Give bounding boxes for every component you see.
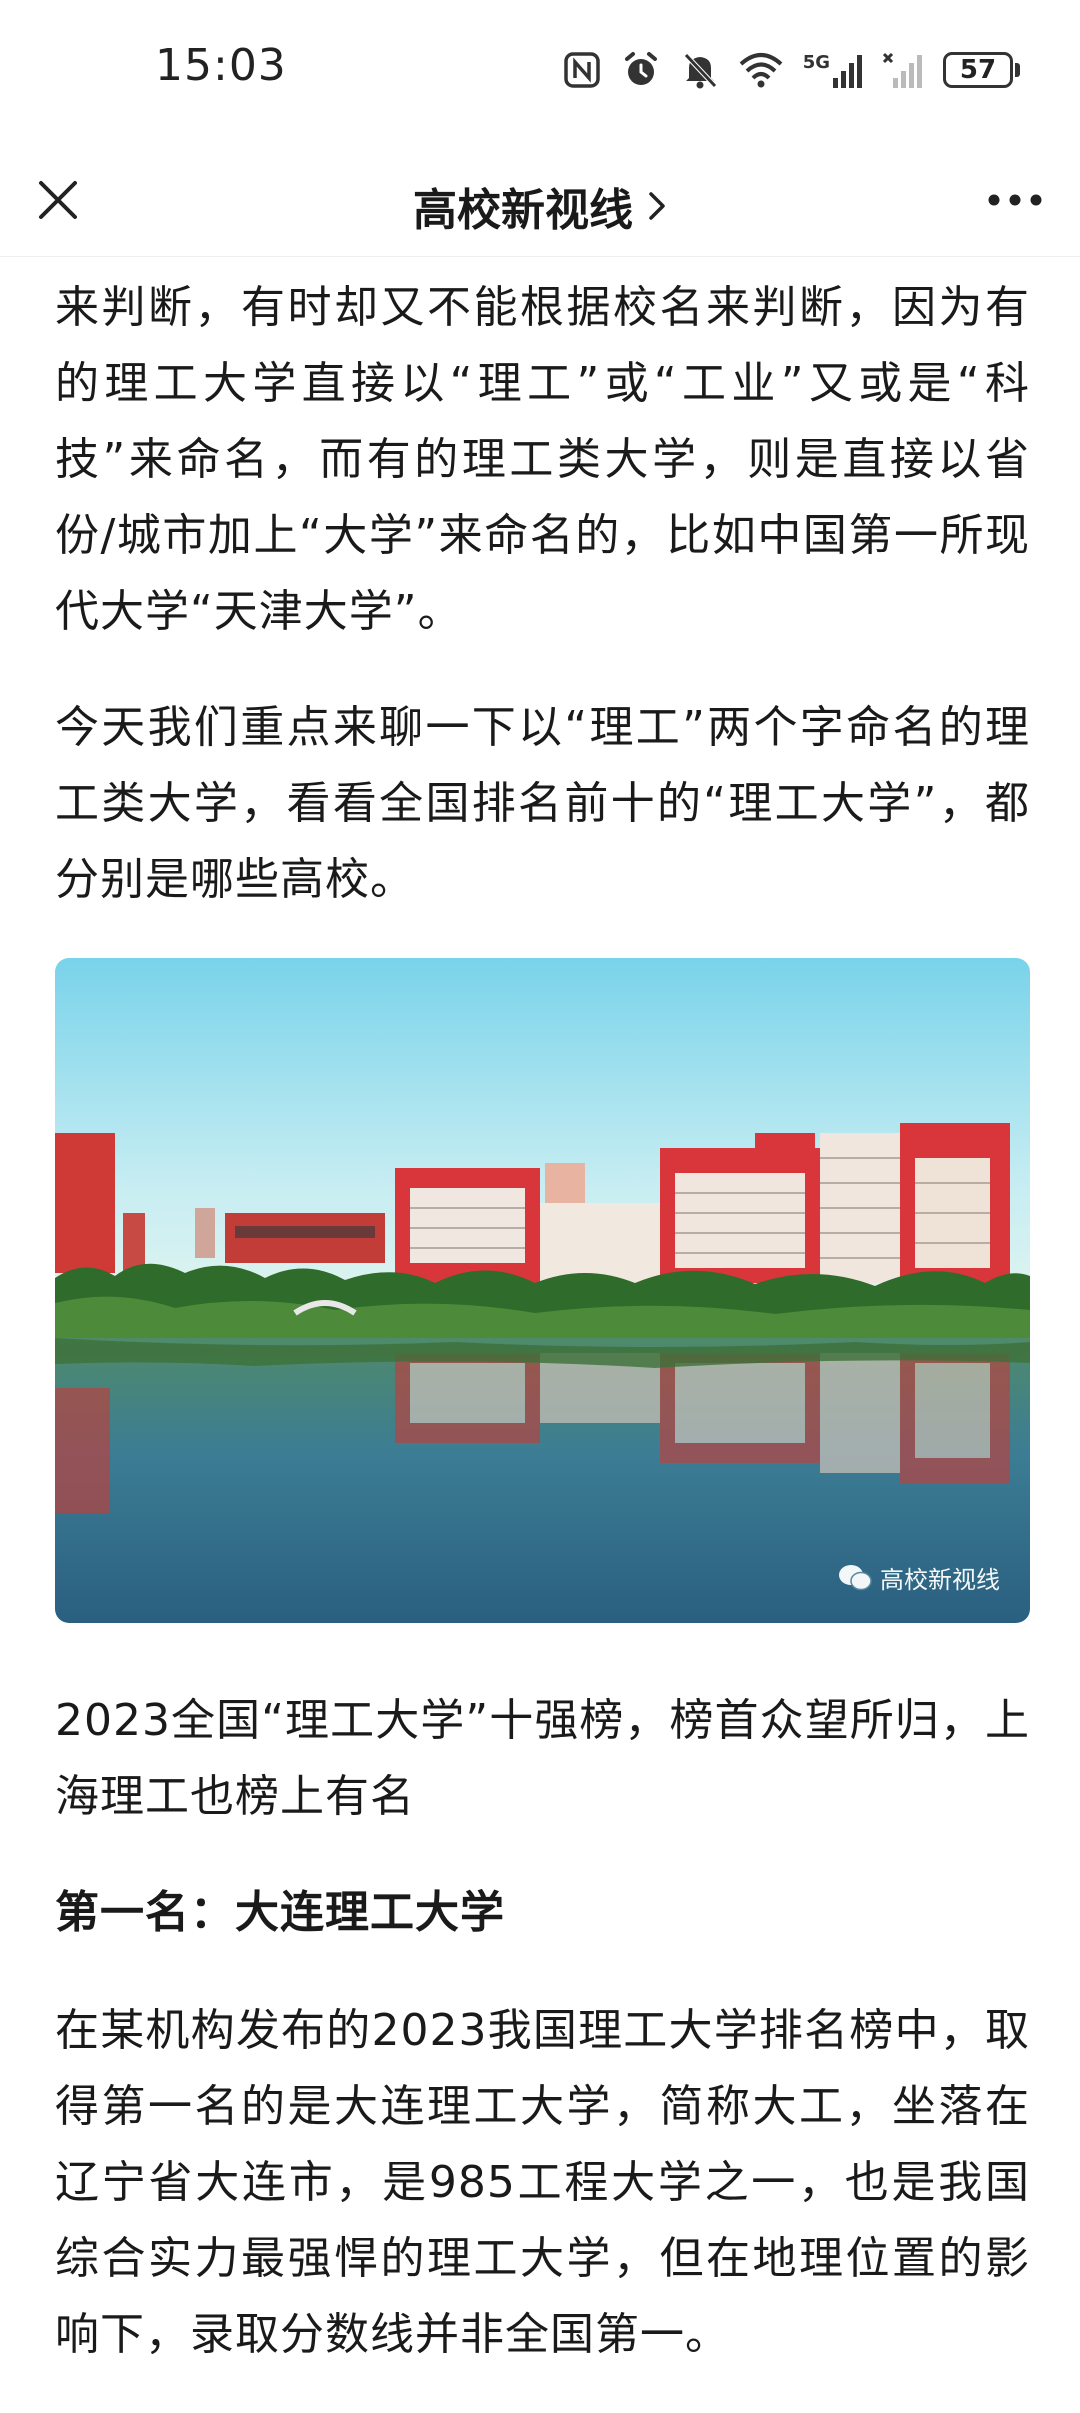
wifi-icon [739,52,783,88]
mute-icon [681,50,719,90]
image-watermark: 高校新视线 [838,1560,1000,1595]
status-icons: 5G 57 [563,48,1020,92]
nfc-icon [563,51,601,89]
paragraph: 在某机构发布的2023我国理工大学排名榜中，取得第一名的是大连理工大学，简称大工… [55,2005,1030,2360]
paragraph: 2023全国“理工大学”十强榜，榜首众望所归，上海理工也榜上有名 [55,1695,1030,1822]
battery-icon: 57 [943,52,1020,88]
clock: 15:03 [155,40,287,91]
nav-bar: 高校新视线 [0,146,1080,257]
wechat-icon [839,1564,872,1590]
article-body: 来判断，有时却又不能根据校名来判断，因为有的理工大学直接以“理工”或“工业”又或… [55,270,1030,2413]
more-button[interactable] [980,170,1050,230]
status-bar: 15:03 5G 57 [0,0,1080,146]
battery-level: 57 [943,52,1013,88]
account-title-link[interactable]: 高校新视线 [0,174,1080,238]
no-signal-icon [883,52,923,88]
account-title: 高校新视线 [413,185,633,236]
paragraph: 来判断，有时却又不能根据校名来判断，因为有的理工大学直接以“理工”或“工业”又或… [55,282,1030,637]
campus-lake-image [55,958,1030,1623]
watermark-text: 高校新视线 [880,1566,1000,1594]
more-icon [988,194,1042,206]
5g-signal-icon: 5G [803,52,863,88]
campus-photo[interactable]: 高校新视线 [55,958,1030,1623]
section-heading: 第一名：大连理工大学 [55,1887,505,1938]
chevron-right-icon [649,192,665,220]
paragraph: 今天我们重点来聊一下以“理工”两个字命名的理工类大学，看看全国排名前十的“理工大… [55,702,1030,905]
alarm-icon [621,50,661,90]
network-type-label: 5G [802,52,830,73]
